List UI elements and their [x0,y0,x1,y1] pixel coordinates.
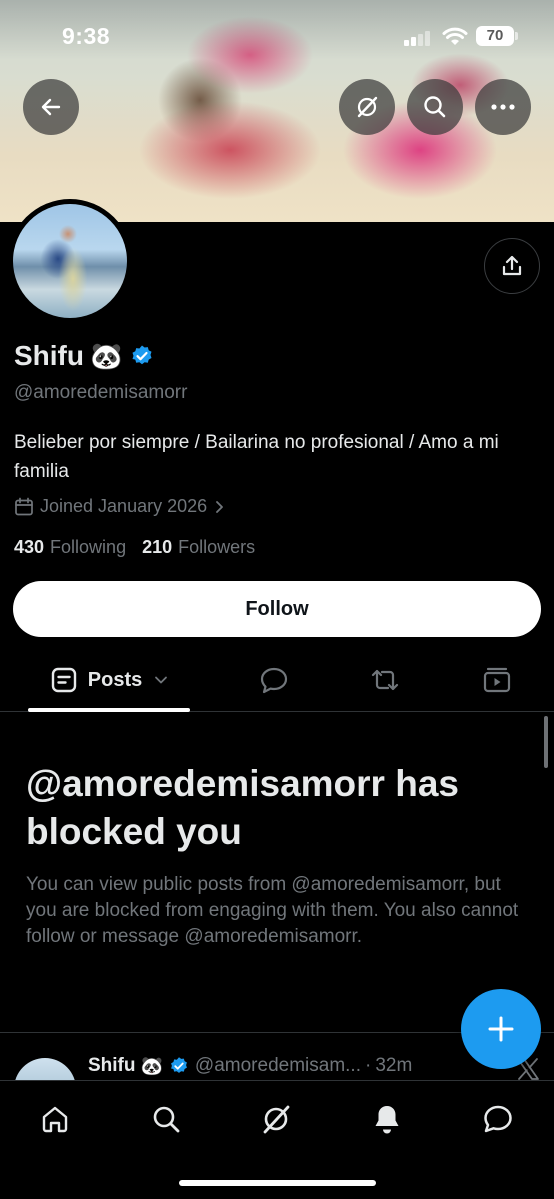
profile-name: Shifu [14,340,84,371]
bell-icon [375,1106,399,1134]
home-indicator [179,1180,376,1186]
battery-indicator: 70 [476,26,514,46]
followers-link[interactable]: 210 Followers [142,537,255,558]
following-label: Following [50,537,127,557]
nav-notifications[interactable] [369,1101,405,1137]
chevron-right-icon [216,500,224,513]
compose-button[interactable] [461,989,541,1069]
tab-replies[interactable] [258,664,290,696]
plus-icon [488,1016,514,1042]
avatar-ring [8,199,132,323]
grok-button[interactable] [339,79,395,135]
nav-messages[interactable] [480,1101,516,1137]
back-button[interactable] [23,79,79,135]
status-bar: 9:38 70 [0,0,554,70]
search-icon [424,96,446,118]
media-icon [483,667,511,693]
post-timestamp[interactable]: 32m [375,1055,412,1077]
posts-icon [51,667,76,693]
search-icon [153,1106,180,1133]
post-author-name[interactable]: Shifu [88,1055,136,1077]
profile-name-row: Shifu 🐼 [14,340,154,372]
grok-icon [263,1105,290,1134]
profile-handle: @amoredemisamorr [14,382,188,403]
reply-bubble-icon [260,667,288,694]
following-link[interactable]: 430 Following [14,537,126,558]
share-button[interactable] [484,238,540,294]
joined-text: Joined January 2026 [40,496,208,516]
nav-search[interactable] [148,1101,184,1137]
wifi-icon [442,27,468,45]
scrollbar[interactable] [544,716,548,768]
follow-button[interactable]: Follow [13,581,541,637]
repost-icon [371,669,399,691]
post-panda-emoji: 🐼 [140,1055,163,1076]
avatar[interactable] [13,204,127,318]
share-icon [502,255,522,276]
chevron-down-icon [155,676,168,684]
tab-reposts[interactable] [369,664,401,696]
joined-date[interactable]: Joined January 2026 [14,496,225,517]
active-tab-indicator [28,708,190,712]
followers-count: 210 [142,537,173,557]
cellular-signal-icon [404,30,434,46]
grok-icon [357,96,378,118]
arrow-left-icon [41,98,61,116]
post-verified-badge-icon [171,1057,187,1073]
verified-badge-icon[interactable] [130,344,154,368]
profile-tabs: Posts [0,650,554,712]
home-icon [42,1106,68,1133]
nav-grok[interactable] [258,1101,294,1137]
post-author-handle[interactable]: @amoredemisam... [195,1055,361,1077]
battery-cap [515,32,518,40]
tab-media[interactable] [481,664,513,696]
nav-home[interactable] [37,1101,73,1137]
search-button[interactable] [407,79,463,135]
post-header: Shifu 🐼 @amoredemisam... · 32m [88,1055,412,1077]
profile-bio: Belieber por siempre / Bailarina no prof… [14,432,499,482]
more-horizontal-icon [491,104,515,110]
tab-posts[interactable]: Posts [28,650,190,710]
panda-emoji: 🐼 [90,340,123,371]
tab-posts-label: Posts [87,668,143,691]
follow-stats: 430 Following 210 Followers [14,537,271,558]
followers-label: Followers [178,537,256,557]
blocked-description: You can view public posts from @amoredem… [26,874,519,947]
message-bubble-icon [484,1105,512,1133]
following-count: 430 [14,537,45,557]
status-time: 9:38 [62,23,111,49]
more-options-button[interactable] [475,79,531,135]
post-separator: · [364,1055,372,1076]
calendar-icon [15,497,33,515]
blocked-title: @amoredemisamorr has blocked you [26,763,459,852]
